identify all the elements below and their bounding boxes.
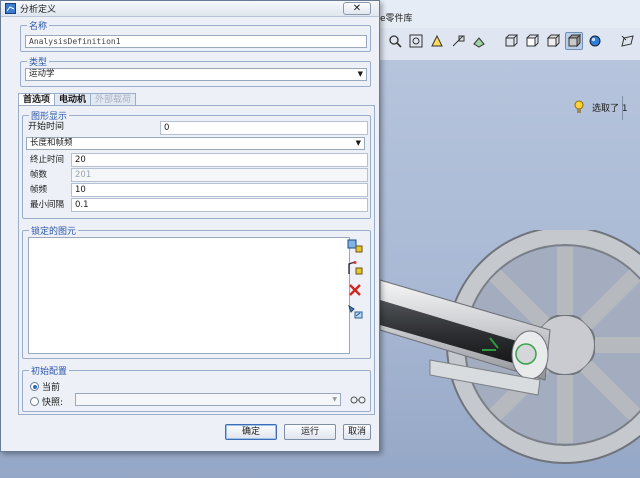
analysis-type-value: 运动学	[29, 69, 55, 79]
datum-plane-icon[interactable]	[618, 32, 636, 50]
frame-count-field[interactable]: 201	[71, 168, 368, 182]
radio-current-label: 当前	[42, 383, 61, 393]
analysis-type-select[interactable]: 运动学 ▼	[25, 68, 367, 81]
radio-current-dot[interactable]	[30, 382, 39, 391]
hidden-line-icon[interactable]	[523, 32, 541, 50]
preferences-panel: 图形显示 开始时间 0 长度和帧频 ▼ 终止时间 20 帧数 201 帧频 10…	[18, 105, 375, 415]
name-group-label: 名称	[29, 22, 48, 32]
lock-connection-button[interactable]	[346, 259, 364, 277]
lock-connection-icon	[348, 261, 363, 275]
model-viewport	[380, 230, 640, 464]
delete-icon	[349, 284, 361, 296]
min-interval-field[interactable]: 0.1	[71, 198, 368, 212]
zoom-fit-icon[interactable]	[407, 32, 425, 50]
shading-icon[interactable]	[565, 32, 583, 50]
param-row: 帧频 10	[23, 183, 369, 197]
selection-status: 选取了 1	[574, 100, 628, 114]
type-group-label: 类型	[29, 58, 48, 68]
frame-rate-label: 帧频	[30, 185, 48, 195]
wireframe-icon[interactable]	[502, 32, 520, 50]
delete-button[interactable]	[346, 281, 364, 299]
dropdown-arrow-icon: ▼	[355, 139, 361, 147]
graph-mode-select[interactable]: 长度和帧频 ▼	[26, 137, 365, 150]
start-time-row: 开始时间 0	[23, 121, 369, 135]
frame-rate-field[interactable]: 10	[71, 183, 368, 197]
initial-config-label: 初始配置	[31, 367, 68, 377]
end-time-label: 终止时间	[30, 155, 65, 165]
end-time-field[interactable]: 20	[71, 153, 368, 167]
zoom-in-icon[interactable]	[386, 32, 404, 50]
dialog-title: 分析定义	[20, 5, 57, 15]
param-row: 帧数 201	[23, 168, 369, 182]
dropdown-arrow-icon: ▼	[332, 396, 337, 403]
saved-views-icon[interactable]	[470, 32, 488, 50]
lock-edit-button[interactable]	[346, 303, 364, 321]
radio-current[interactable]: 当前	[30, 380, 60, 393]
appearance-icon[interactable]	[586, 32, 604, 50]
radio-snapshot-dot[interactable]	[30, 397, 39, 406]
start-time-label: 开始时间	[28, 122, 65, 132]
no-hidden-icon[interactable]	[544, 32, 562, 50]
dropdown-arrow-icon: ▼	[357, 70, 363, 78]
analysis-name-field[interactable]: AnalysisDefinition1	[25, 35, 367, 48]
lock-body-icon	[347, 239, 363, 253]
lock-edit-icon	[348, 304, 363, 319]
lightbulb-icon	[574, 100, 584, 113]
radio-snapshot-label: 快照:	[42, 398, 64, 408]
snapshot-preview-button[interactable]	[349, 391, 367, 409]
window-title-fragment: e零件库	[380, 14, 413, 24]
status-divider	[622, 96, 623, 120]
run-button[interactable]: 运行	[284, 424, 336, 440]
radio-snapshot[interactable]: 快照:	[30, 395, 63, 408]
param-row: 终止时间 20	[23, 153, 369, 167]
pan-icon[interactable]	[428, 32, 446, 50]
snapshot-select[interactable]: ▼	[75, 393, 341, 406]
locked-entities-list[interactable]	[28, 237, 350, 354]
analysis-definition-dialog: 分析定义 ✕ 名称 AnalysisDefinition1 类型 运动学 ▼ 首…	[0, 0, 380, 452]
locked-entities-label: 锁定的图元	[31, 227, 77, 237]
close-icon: ✕	[352, 2, 362, 14]
glasses-icon	[350, 396, 366, 404]
close-button[interactable]: ✕	[343, 2, 371, 15]
start-time-field[interactable]: 0	[160, 121, 368, 135]
analysis-icon	[5, 3, 16, 14]
graph-mode-value: 长度和帧频	[30, 138, 73, 148]
cancel-button[interactable]: 取消	[343, 424, 371, 440]
min-interval-label: 最小间隔	[30, 200, 65, 210]
lock-body-button[interactable]	[346, 237, 364, 255]
param-row: 最小间隔 0.1	[23, 198, 369, 212]
view-orient-icon[interactable]	[449, 32, 467, 50]
ok-button[interactable]: 确定	[225, 424, 277, 440]
view-toolbar	[386, 32, 636, 54]
dialog-title-bar[interactable]: 分析定义 ✕	[1, 1, 379, 17]
frame-count-label: 帧数	[30, 170, 48, 180]
